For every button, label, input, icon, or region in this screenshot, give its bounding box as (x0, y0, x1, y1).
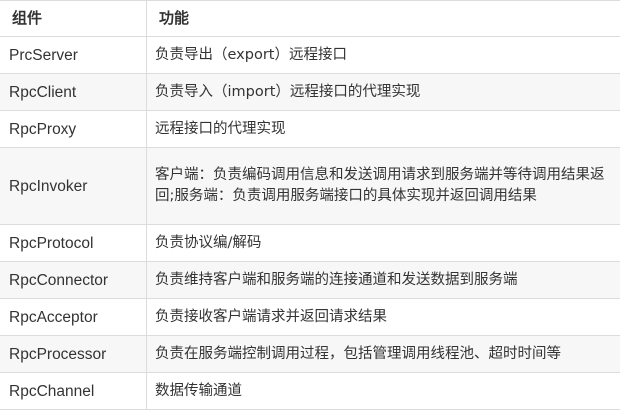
component-name: RpcProcessor (0, 335, 147, 373)
component-name: RpcInvoker (0, 147, 147, 225)
table-row: RpcAcceptor 负责接收客户端请求并返回请求结果 (0, 298, 620, 336)
component-name: RpcProxy (0, 110, 147, 148)
header-function: 功能 (146, 0, 620, 37)
table-row: RpcChannel 数据传输通道 (0, 372, 620, 410)
table-row: RpcInvoker 客户端：负责编码调用信息和发送调用请求到服务端并等待调用结… (0, 147, 620, 225)
table-header-row: 组件 功能 (0, 0, 620, 37)
table-row: RpcClient 负责导入（import）远程接口的代理实现 (0, 73, 620, 111)
table-row: RpcProxy 远程接口的代理实现 (0, 110, 620, 148)
component-name: RpcAcceptor (0, 298, 147, 336)
rpc-components-table: 组件 功能 PrcServer 负责导出（export）远程接口 RpcClie… (0, 0, 620, 410)
component-description: 负责接收客户端请求并返回请求结果 (146, 298, 620, 336)
component-description: 负责在服务端控制调用过程，包括管理调用线程池、超时时间等 (146, 335, 620, 373)
component-description: 负责协议编/解码 (146, 224, 620, 262)
rpc-components-table-container: 组件 功能 PrcServer 负责导出（export）远程接口 RpcClie… (0, 0, 620, 411)
component-description: 负责维持客户端和服务端的连接通道和发送数据到服务端 (146, 261, 620, 299)
component-name: RpcProtocol (0, 224, 147, 262)
component-name: RpcConnector (0, 261, 147, 299)
table-row: RpcConnector 负责维持客户端和服务端的连接通道和发送数据到服务端 (0, 261, 620, 299)
component-description: 负责导出（export）远程接口 (146, 36, 620, 74)
component-description: 远程接口的代理实现 (146, 110, 620, 148)
component-name: PrcServer (0, 36, 147, 74)
header-component: 组件 (0, 0, 147, 37)
component-name: RpcClient (0, 73, 147, 111)
table-row: RpcProcessor 负责在服务端控制调用过程，包括管理调用线程池、超时时间… (0, 335, 620, 373)
table-row: RpcProtocol 负责协议编/解码 (0, 224, 620, 262)
component-name: RpcChannel (0, 372, 147, 410)
component-description: 负责导入（import）远程接口的代理实现 (146, 73, 620, 111)
component-description: 客户端：负责编码调用信息和发送调用请求到服务端并等待调用结果返回;服务端：负责调… (146, 147, 620, 225)
table-row: PrcServer 负责导出（export）远程接口 (0, 36, 620, 74)
component-description: 数据传输通道 (146, 372, 620, 410)
